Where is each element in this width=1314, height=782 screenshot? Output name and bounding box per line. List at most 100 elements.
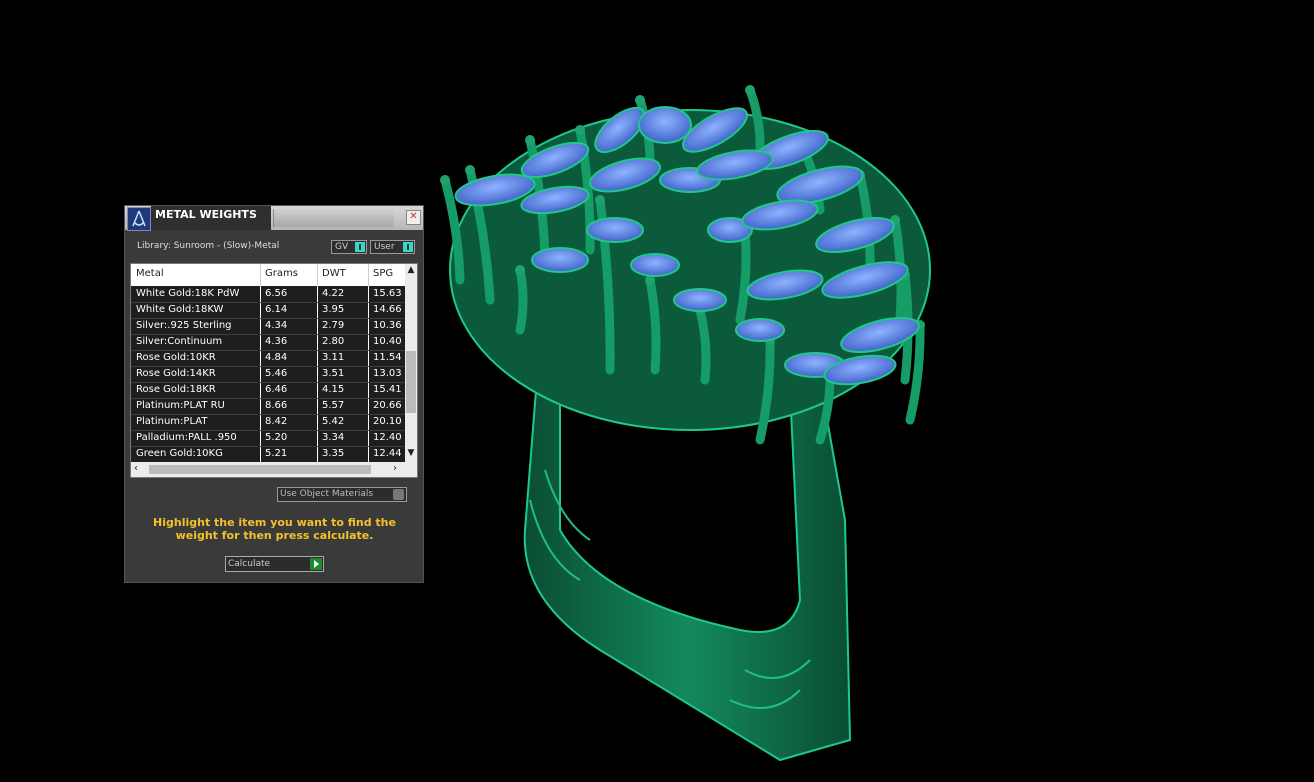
prong-tip xyxy=(440,175,450,185)
stone xyxy=(673,288,727,312)
table-cell: 10.36 xyxy=(373,320,402,331)
scroll-up-icon[interactable]: ▲ xyxy=(406,265,416,275)
table-row[interactable]: White Gold:18K PdW 6.56 4.22 15.63 xyxy=(131,286,406,303)
checkbox-icon xyxy=(393,489,404,500)
table-cell: 4.22 xyxy=(322,288,345,299)
table-cell: 3.35 xyxy=(322,448,345,459)
table-cell: Green Gold:10KG xyxy=(136,448,223,459)
column-header-dwt[interactable]: DWT xyxy=(322,268,346,279)
vertical-scrollbar[interactable]: ▲ ▼ xyxy=(405,264,417,462)
column-header-grams[interactable]: Grams xyxy=(265,268,298,279)
horizontal-scrollbar[interactable]: ‹ › xyxy=(131,462,417,477)
stone xyxy=(586,217,644,243)
prong-tip xyxy=(515,265,525,275)
scroll-left-icon[interactable]: ‹ xyxy=(134,463,138,474)
table-cell: White Gold:18K PdW xyxy=(136,288,240,299)
table-cell: 2.80 xyxy=(322,336,345,347)
titlebar-grip[interactable] xyxy=(273,209,394,227)
table-row[interactable]: Platinum:PLAT RU 8.66 5.57 20.66 xyxy=(131,398,406,415)
table-row[interactable]: Platinum:PLAT 8.42 5.42 20.10 xyxy=(131,414,406,431)
table-row[interactable]: Silver:Continuum 4.36 2.80 10.40 xyxy=(131,334,406,351)
vertical-scroll-thumb[interactable] xyxy=(406,351,416,413)
column-header-metal[interactable]: Metal xyxy=(136,268,164,279)
table-cell: White Gold:18KW xyxy=(136,304,224,315)
table-cell: 3.95 xyxy=(322,304,345,315)
table-cell: Rose Gold:14KR xyxy=(136,368,216,379)
table-cell: 6.56 xyxy=(265,288,288,299)
table-row[interactable]: Rose Gold:18KR 6.46 4.15 15.41 xyxy=(131,382,406,399)
table-cell: 5.46 xyxy=(265,368,288,379)
table-cell: 15.41 xyxy=(373,384,402,395)
scroll-down-icon[interactable]: ▼ xyxy=(406,448,416,458)
table-cell: Palladium:PALL .950 xyxy=(136,432,237,443)
user-toggle[interactable]: User xyxy=(370,240,415,254)
table-cell: 20.10 xyxy=(373,416,402,427)
metal-table[interactable]: Metal Grams DWT SPG White Gold:18K PdW 6.… xyxy=(130,263,418,478)
table-cell: 6.14 xyxy=(265,304,288,315)
table-row[interactable]: Silver:.925 Sterling 4.34 2.79 10.36 xyxy=(131,318,406,335)
table-row[interactable]: Green Gold:10KG 5.21 3.35 12.44 xyxy=(131,446,406,463)
table-cell: 8.66 xyxy=(265,400,288,411)
table-cell: Platinum:PLAT RU xyxy=(136,400,225,411)
prong-tip xyxy=(745,85,755,95)
table-cell: 20.66 xyxy=(373,400,402,411)
header-divider xyxy=(368,264,369,286)
table-cell: 5.42 xyxy=(322,416,345,427)
table-cell: 4.34 xyxy=(265,320,288,331)
table-row[interactable]: Palladium:PALL .950 5.20 3.34 12.40 xyxy=(131,430,406,447)
table-cell: 4.36 xyxy=(265,336,288,347)
close-icon[interactable]: ✕ xyxy=(406,210,421,225)
table-cell: 6.46 xyxy=(265,384,288,395)
column-header-spg[interactable]: SPG xyxy=(373,268,393,279)
stone xyxy=(638,106,692,144)
toggle-on-icon xyxy=(403,242,413,252)
scroll-right-icon[interactable]: › xyxy=(393,463,397,474)
table-cell: 3.11 xyxy=(322,352,345,363)
table-row[interactable]: White Gold:18KW 6.14 3.95 14.66 xyxy=(131,302,406,319)
table-cell: 4.15 xyxy=(322,384,345,395)
header-divider xyxy=(260,264,261,286)
table-cell: 5.20 xyxy=(265,432,288,443)
calculate-label: Calculate xyxy=(228,559,271,569)
prong-tip xyxy=(575,125,585,135)
header-divider xyxy=(317,264,318,286)
table-cell: Silver:Continuum xyxy=(136,336,223,347)
hint-text: Highlight the item you want to find the … xyxy=(153,516,396,542)
table-cell: 12.44 xyxy=(373,448,402,459)
panel-titlebar[interactable]: METAL WEIGHTS ✕ xyxy=(125,206,423,231)
table-cell: 13.03 xyxy=(373,368,402,379)
table-header: Metal Grams DWT SPG xyxy=(131,264,406,286)
table-cell: Platinum:PLAT xyxy=(136,416,208,427)
app-logo-icon xyxy=(127,207,151,231)
prong-tip xyxy=(635,95,645,105)
table-cell: Rose Gold:18KR xyxy=(136,384,216,395)
table-cell: 10.40 xyxy=(373,336,402,347)
prong xyxy=(515,265,528,335)
table-cell: 3.34 xyxy=(322,432,345,443)
table-cell: 2.79 xyxy=(322,320,345,331)
horizontal-scroll-thumb[interactable] xyxy=(149,465,371,474)
table-cell: 15.63 xyxy=(373,288,402,299)
panel-title: METAL WEIGHTS xyxy=(155,208,257,221)
table-cell: 14.66 xyxy=(373,304,402,315)
table-cell: 4.84 xyxy=(265,352,288,363)
table-cell: 3.51 xyxy=(322,368,345,379)
stone xyxy=(531,247,589,273)
prong-tip xyxy=(525,135,535,145)
table-row[interactable]: Rose Gold:10KR 4.84 3.11 11.54 xyxy=(131,350,406,367)
stone xyxy=(630,253,680,277)
use-object-materials-checkbox[interactable]: Use Object Materials xyxy=(277,487,407,502)
table-cell: 12.40 xyxy=(373,432,402,443)
ring-model[interactable] xyxy=(440,85,931,762)
table-row[interactable]: Rose Gold:14KR 5.46 3.51 13.03 xyxy=(131,366,406,383)
user-toggle-label: User xyxy=(374,242,395,252)
calculate-button[interactable]: Calculate xyxy=(225,556,324,572)
metal-weights-panel: METAL WEIGHTS ✕ Library: Sunroom - (Slow… xyxy=(124,205,424,583)
table-cell: Silver:.925 Sterling xyxy=(136,320,232,331)
table-cell: 8.42 xyxy=(265,416,288,427)
table-cell: 5.21 xyxy=(265,448,288,459)
table-cell: Rose Gold:10KR xyxy=(136,352,216,363)
gv-toggle-label: GV xyxy=(335,242,349,252)
gv-toggle[interactable]: GV xyxy=(331,240,367,254)
stone xyxy=(735,318,785,342)
